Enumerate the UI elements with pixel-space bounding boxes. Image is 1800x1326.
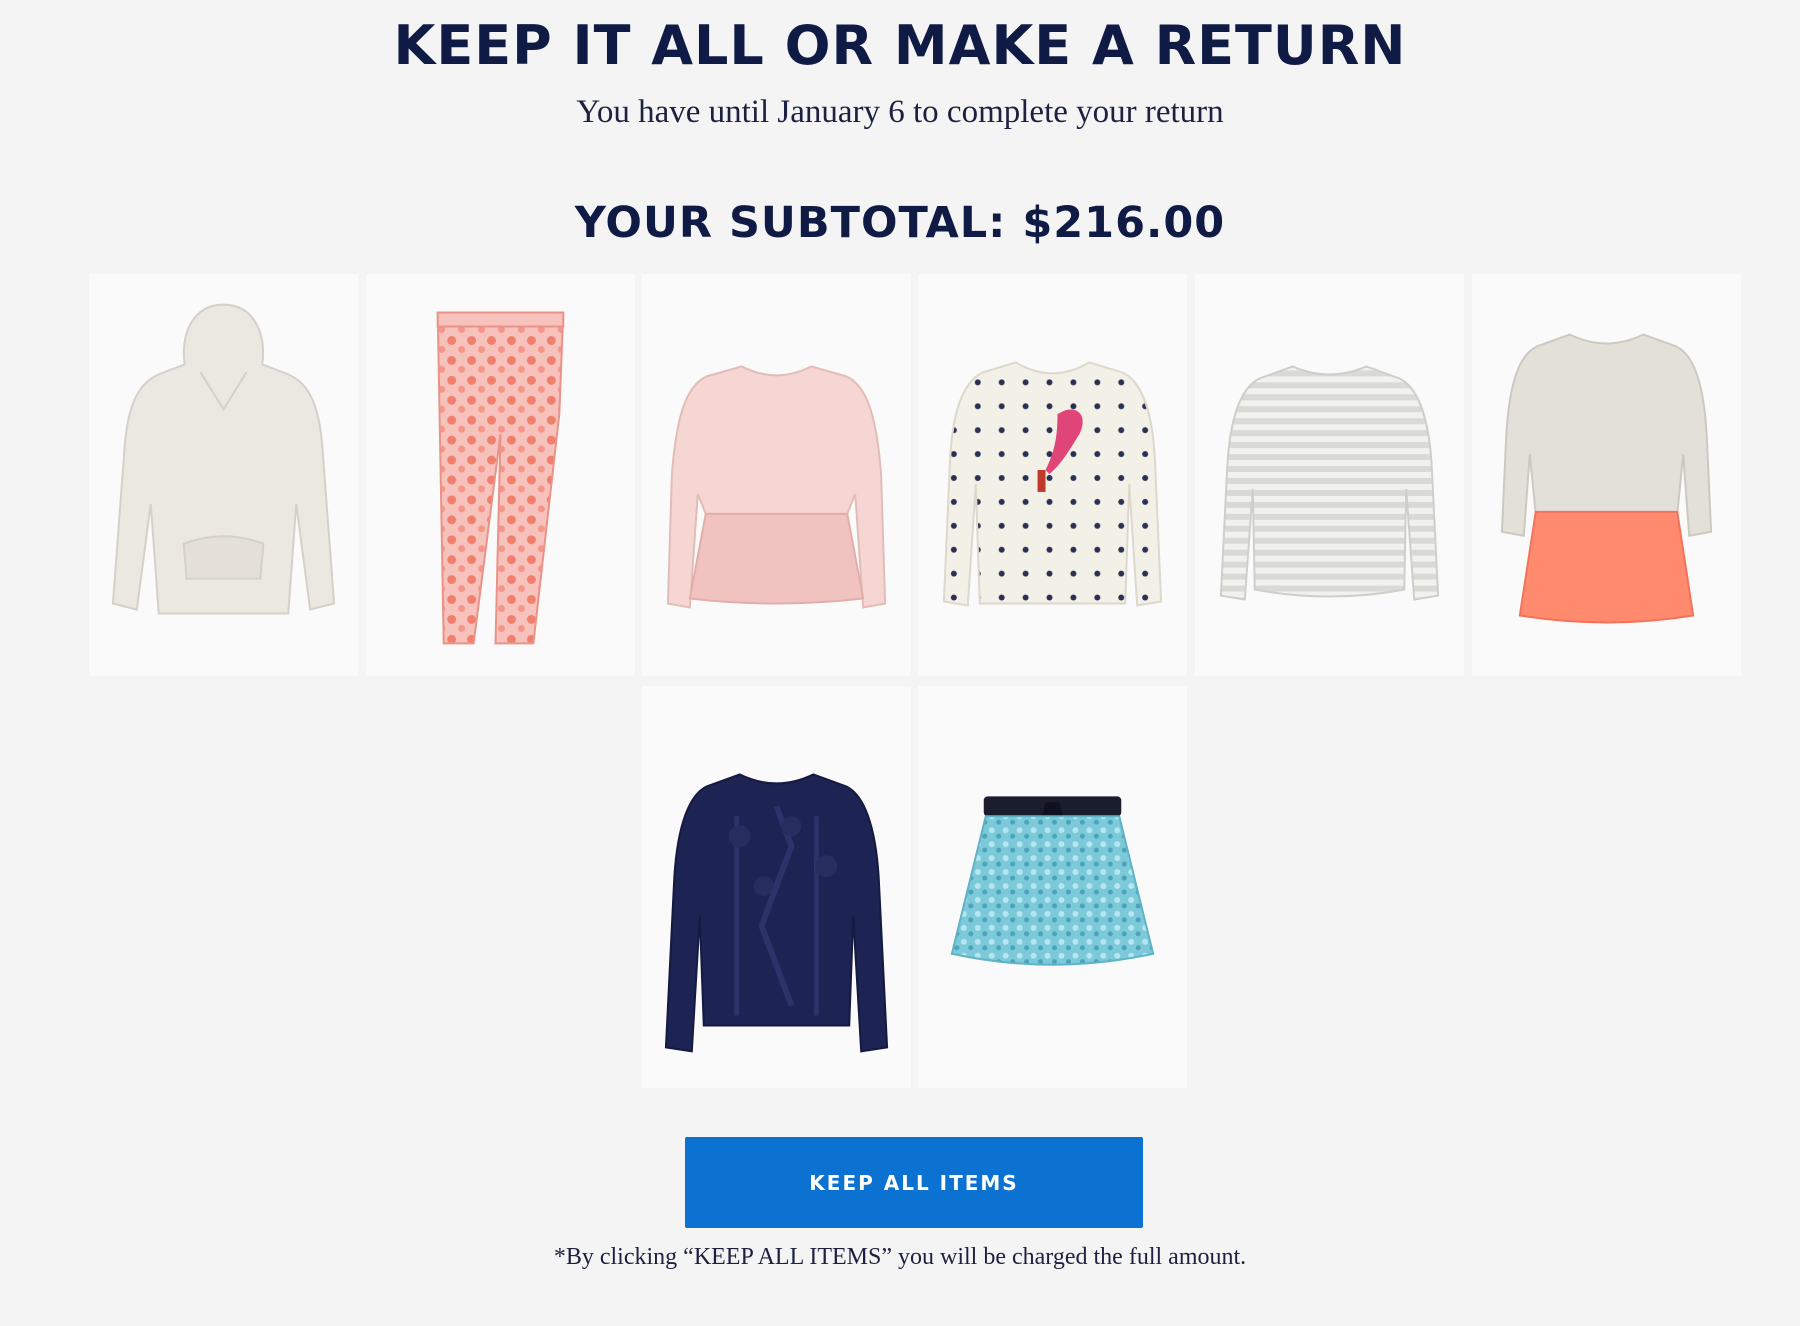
striped-tee-icon [1219,365,1440,601]
polka-dot-sweater-icon [942,361,1163,607]
product-card[interactable] [1472,274,1741,676]
leggings-icon [436,311,565,645]
charge-disclaimer: *By clicking “KEEP ALL ITEMS” you will b… [553,1244,1247,1270]
product-card[interactable] [89,274,358,676]
subtotal: YOUR SUBTOTAL: $216.00 [574,198,1226,248]
hoodie-icon [111,303,336,615]
product-card[interactable] [642,274,911,676]
tulle-dress-icon [1500,333,1713,624]
product-card[interactable] [642,686,911,1088]
page-title: KEEP IT ALL OR MAKE A RETURN [393,14,1407,77]
return-deadline-text: You have until January 6 to complete you… [576,94,1224,130]
sequin-skirt-icon [950,796,1155,966]
product-card[interactable] [918,686,1187,1088]
product-card[interactable] [918,274,1187,676]
peplum-top-icon [666,365,887,609]
keep-all-items-button[interactable]: KEEP ALL ITEMS [685,1137,1143,1228]
cable-knit-sweater-icon [664,773,889,1053]
product-card[interactable] [366,274,635,676]
product-card[interactable] [1195,274,1464,676]
